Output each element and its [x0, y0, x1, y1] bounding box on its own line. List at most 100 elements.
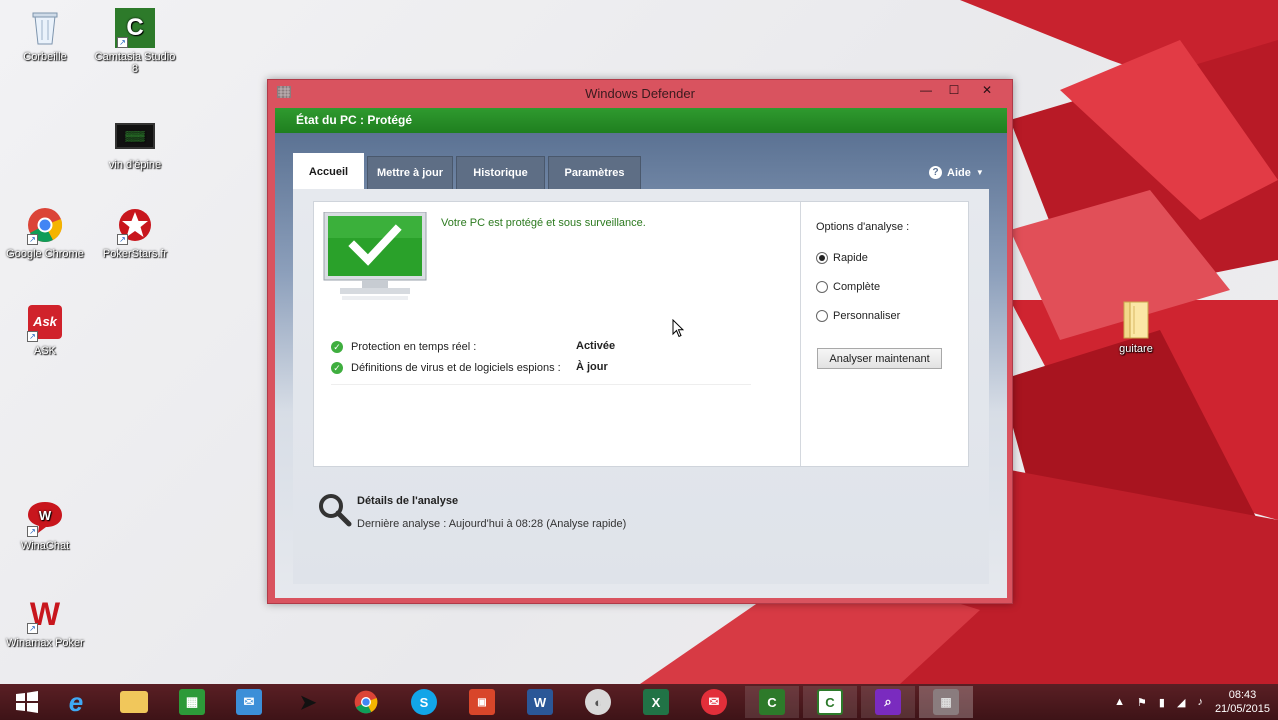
desktop-icon-label: guitare	[1119, 343, 1153, 355]
taskbar-file-explorer[interactable]	[107, 686, 161, 718]
tab-label: Paramètres	[564, 167, 625, 179]
help-label: Aide	[947, 166, 971, 179]
winamax-icon: W ↗	[25, 594, 65, 634]
desktop-icon-ask[interactable]: Ask ↗ ASK	[2, 302, 88, 357]
desktop-icon-winachat[interactable]: W ↗ WinaChat	[2, 497, 88, 552]
help-menu[interactable]: ? Aide ▼	[929, 166, 984, 179]
tab-parametres[interactable]: Paramètres	[548, 156, 641, 189]
close-button[interactable]: ✕	[972, 80, 1002, 100]
home-panel: Votre PC est protégé et sous surveillanc…	[313, 201, 969, 467]
camtasia-recorder-icon: C	[817, 689, 843, 715]
tab-historique[interactable]: Historique	[456, 156, 545, 189]
chrome-icon	[354, 690, 378, 714]
folder-icon	[120, 691, 148, 713]
desktop-icon-camtasia[interactable]: C ↗ Camtasia Studio 8	[92, 8, 178, 75]
desktop-icon-guitare[interactable]: guitare	[1093, 300, 1179, 355]
winachat-icon: W ↗	[25, 497, 65, 537]
scan-option-rapide[interactable]: Rapide	[816, 252, 868, 264]
defender-app-icon: ▦	[933, 689, 959, 715]
desktop-icon-label: Corbeille	[23, 51, 67, 63]
tab-accueil[interactable]: Accueil	[293, 153, 364, 189]
mouse-cursor	[672, 319, 684, 338]
taskbar-excel[interactable]: X	[629, 686, 683, 718]
protection-status-message: Votre PC est protégé et sous surveillanc…	[441, 217, 646, 229]
store-icon: ▦	[179, 689, 205, 715]
desktop-icon-recycle-bin[interactable]: Corbeille	[2, 8, 88, 63]
desktop-icon-label: WinaChat	[20, 540, 70, 552]
show-hidden-icons-icon[interactable]: ▲	[1114, 696, 1125, 708]
realtime-protection-value: Activée	[576, 340, 616, 352]
divider	[331, 384, 751, 385]
taskbar-windows-defender[interactable]: ▦	[919, 686, 973, 718]
panel-divider	[800, 202, 801, 466]
taskbar-word[interactable]: W	[513, 686, 567, 718]
window-title: Windows Defender	[585, 86, 695, 101]
tab-mettre-a-jour[interactable]: Mettre à jour	[367, 156, 453, 189]
internet-explorer-icon: e	[68, 686, 84, 717]
radio-button[interactable]	[816, 310, 828, 322]
clock-date: 21/05/2015	[1214, 703, 1270, 715]
help-icon: ?	[929, 166, 942, 179]
start-button[interactable]	[0, 686, 54, 718]
radio-button[interactable]	[816, 252, 828, 264]
radio-button[interactable]	[816, 281, 828, 293]
ask-icon: Ask ↗	[25, 302, 65, 342]
taskbar-camtasia-1[interactable]: C	[745, 686, 799, 718]
scan-details-title: Détails de l'analyse	[357, 495, 459, 507]
mail-icon: ✉	[236, 689, 262, 715]
taskbar-chrome[interactable]	[339, 686, 393, 718]
media-app-icon: ▣	[469, 689, 495, 715]
desktop-icon-vin-depine[interactable]: ▒▒▒ vin d'épine	[92, 116, 178, 171]
magnifier-icon	[319, 494, 352, 527]
check-icon: ✓	[331, 362, 343, 374]
desktop-icon-label: Google Chrome	[6, 248, 84, 260]
taskbar-search-app[interactable]: ⌕	[861, 686, 915, 718]
app-icon: ◐	[585, 689, 611, 715]
taskbar-mail-app[interactable]: ✉	[222, 686, 276, 718]
search-icon: ⌕	[875, 689, 901, 715]
scan-option-label: Complète	[833, 281, 881, 293]
taskbar-internet-explorer[interactable]: e	[49, 686, 103, 718]
desktop-icon-google-chrome[interactable]: ↗ Google Chrome	[2, 205, 88, 260]
taskbar-cursor-app[interactable]: ➤	[281, 686, 335, 718]
realtime-protection-label: Protection en temps réel :	[351, 341, 477, 353]
title-bar[interactable]: Windows Defender — ☐ ✕	[268, 80, 1012, 106]
taskbar-media-app[interactable]: ▣	[455, 686, 509, 718]
desktop-icon-pokerstars[interactable]: ↗ PokerStars.fr	[92, 205, 178, 260]
clock-time: 08:43	[1228, 689, 1257, 701]
scan-option-personnaliser[interactable]: Personnaliser	[816, 310, 900, 322]
taskbar-email-client[interactable]: ✉	[687, 686, 741, 718]
taskbar-store[interactable]: ▦	[165, 686, 219, 718]
excel-icon: X	[643, 689, 669, 715]
skype-icon: S	[411, 689, 437, 715]
taskbar-skype[interactable]: S	[397, 686, 451, 718]
volume-icon[interactable]: ♪	[1197, 696, 1203, 708]
battery-icon[interactable]: ▮	[1159, 696, 1165, 709]
email-icon: ✉	[701, 689, 727, 715]
system-tray: ▲ ⚑ ▮ ◢ ♪ 08:43 21/05/2015	[1114, 684, 1270, 720]
clock[interactable]: 08:43 21/05/2015	[1215, 688, 1270, 716]
taskbar-app[interactable]: ◐	[571, 686, 625, 718]
wifi-icon[interactable]: ◢	[1177, 696, 1185, 709]
desktop-icon-label: Winamax Poker	[6, 637, 84, 649]
scan-option-label: Personnaliser	[833, 310, 901, 322]
taskbar-camtasia-2[interactable]: C	[803, 686, 857, 718]
action-center-flag-icon[interactable]: ⚑	[1137, 696, 1147, 709]
definitions-label: Définitions de virus et de logiciels esp…	[351, 362, 561, 374]
scan-option-complete[interactable]: Complète	[816, 281, 880, 293]
desktop-icon-label: vin d'épine	[108, 159, 162, 171]
last-scan-info: Dernière analyse : Aujourd'hui à 08:28 (…	[357, 518, 627, 530]
check-icon: ✓	[331, 341, 343, 353]
desktop-icon-label: ASK	[33, 345, 56, 357]
minimize-button[interactable]: —	[911, 80, 941, 100]
word-icon: W	[527, 689, 553, 715]
maximize-button[interactable]: ☐	[939, 80, 969, 100]
pointer-icon: ➤	[299, 691, 317, 714]
chrome-icon: ↗	[25, 205, 65, 245]
svg-text:W: W	[39, 508, 52, 523]
desktop-icon-winamax-poker[interactable]: W ↗ Winamax Poker	[2, 594, 88, 649]
scan-options-title: Options d'analyse :	[816, 221, 910, 233]
scan-now-button[interactable]: Analyser maintenant	[817, 348, 942, 369]
tab-label: Mettre à jour	[376, 167, 443, 179]
definitions-value: À jour	[576, 361, 608, 373]
